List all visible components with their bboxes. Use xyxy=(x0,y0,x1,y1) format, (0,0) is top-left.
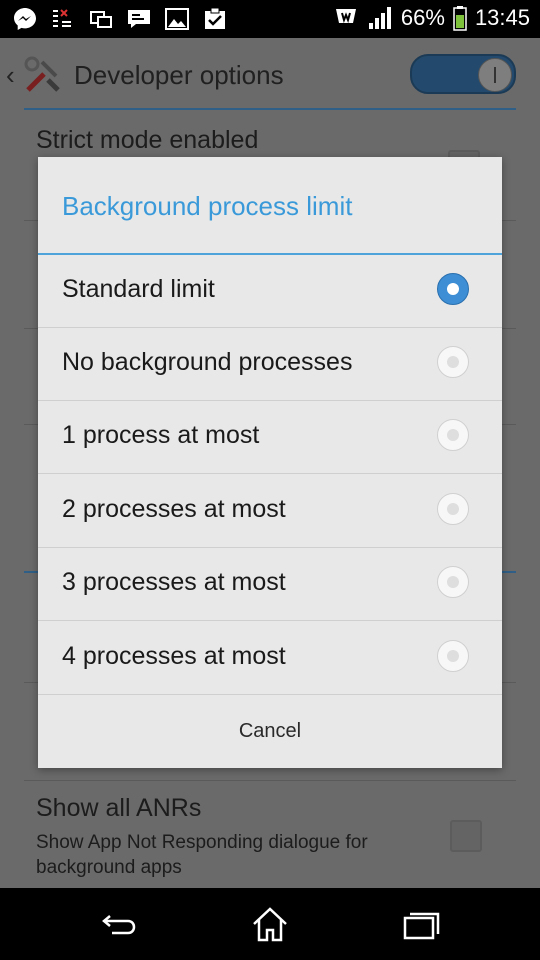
option-4-processes[interactable]: 4 processes at most xyxy=(38,622,502,695)
back-icon[interactable] xyxy=(96,902,146,946)
messenger-icon xyxy=(14,8,36,30)
radio-button[interactable] xyxy=(437,566,469,598)
notification-icon xyxy=(53,9,71,27)
status-icons: 66% 13:45 xyxy=(333,5,530,31)
developer-options-switch[interactable] xyxy=(410,54,516,94)
notification-icons xyxy=(12,6,228,32)
list-divider xyxy=(24,780,516,781)
radio-button[interactable] xyxy=(437,493,469,525)
alarm-icon xyxy=(335,9,356,24)
radio-button[interactable] xyxy=(437,419,469,451)
action-bar-divider xyxy=(24,108,516,110)
gallery-icon xyxy=(165,8,189,30)
navigation-bar xyxy=(0,888,540,960)
radio-button[interactable] xyxy=(437,640,469,672)
clipboard-icon xyxy=(205,7,225,29)
option-no-background-processes[interactable]: No background processes xyxy=(38,328,502,401)
home-icon[interactable] xyxy=(245,902,295,946)
show-anrs-checkbox[interactable] xyxy=(450,820,482,852)
radio-button-selected[interactable] xyxy=(437,273,469,305)
option-label: No background processes xyxy=(62,348,353,376)
battery-icon xyxy=(453,6,467,31)
signal-icon xyxy=(368,7,391,29)
option-label: 4 processes at most xyxy=(62,642,286,670)
clock: 13:45 xyxy=(474,5,530,30)
background-process-limit-dialog: Background process limit Standard limit … xyxy=(38,157,502,768)
option-label: Standard limit xyxy=(62,275,215,303)
option-2-processes[interactable]: 2 processes at most xyxy=(38,475,502,548)
strict-mode-title: Strict mode enabled xyxy=(36,126,259,154)
option-1-process[interactable]: 1 process at most xyxy=(38,401,502,474)
option-label: 2 processes at most xyxy=(62,495,286,523)
dialog-title: Background process limit xyxy=(62,191,353,221)
option-3-processes[interactable]: 3 processes at most xyxy=(38,548,502,621)
chat-icon xyxy=(128,10,150,28)
option-label: 3 processes at most xyxy=(62,568,286,596)
status-bar: 66% 13:45 xyxy=(0,0,540,38)
anr-title: Show all ANRs xyxy=(36,794,202,822)
up-chevron-icon[interactable]: ‹ xyxy=(6,60,15,91)
battery-percent: 66% xyxy=(400,5,445,30)
developer-tools-icon xyxy=(24,56,60,92)
anr-summary: Show App Not Responding dialogue for bac… xyxy=(36,832,368,878)
radio-button[interactable] xyxy=(437,346,469,378)
switch-knob xyxy=(478,58,512,92)
cancel-button[interactable]: Cancel xyxy=(38,695,502,768)
screen-mirror-icon xyxy=(90,11,112,28)
option-standard-limit[interactable]: Standard limit xyxy=(38,255,502,328)
page-title: Developer options xyxy=(74,60,284,90)
recents-icon[interactable] xyxy=(396,902,446,946)
action-bar: ‹ Developer options xyxy=(0,38,540,110)
option-label: 1 process at most xyxy=(62,421,260,449)
